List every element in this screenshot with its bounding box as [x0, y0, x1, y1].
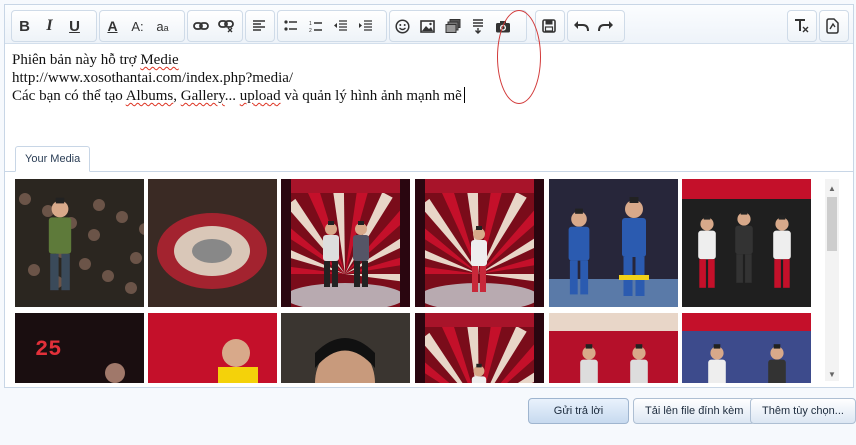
editor-line-3: Các bạn có thể tạo Albums, Gallery... up… — [12, 87, 842, 105]
thumbnail-image — [549, 313, 678, 383]
save-draft-icon — [541, 19, 556, 33]
indent-button[interactable] — [353, 12, 378, 40]
editor-toolbar: B I U A A: aa 1 2 — [5, 5, 853, 44]
text-style-group: B I U — [11, 10, 97, 42]
annotation-circle — [497, 10, 541, 104]
link-icon — [192, 22, 209, 30]
toggle-bbcode-button[interactable] — [820, 12, 845, 40]
underline-button[interactable]: U — [62, 12, 87, 40]
font-group: A A: aa — [99, 10, 185, 42]
spellcheck-word: Albums — [125, 88, 174, 104]
list-group: 12 — [277, 10, 387, 42]
spellcheck-word: Medie — [140, 52, 179, 68]
undo-icon — [573, 21, 589, 32]
image-icon — [420, 19, 435, 33]
upload-attachment-button[interactable]: Tải lên file đính kèm — [633, 398, 756, 424]
submit-reply-button[interactable]: Gửi trả lời — [528, 398, 629, 424]
media-thumbnail[interactable] — [148, 179, 277, 307]
unlink-icon — [217, 20, 234, 33]
indent-icon — [358, 20, 372, 31]
numbered-list-button[interactable]: 12 — [303, 12, 328, 40]
scroll-thumb[interactable] — [827, 197, 837, 251]
font-family-icon: aa — [156, 18, 169, 34]
media-thumbnail[interactable] — [148, 313, 277, 383]
tab-your-media[interactable]: Your Media — [15, 146, 91, 172]
bulleted-list-icon — [283, 20, 297, 31]
thumbnail-image — [148, 179, 277, 307]
editor-line-2: http://www.xosothantai.com/index.php?med… — [12, 70, 294, 86]
thumbnail-image — [682, 313, 811, 383]
scroll-down-arrow[interactable]: ▼ — [825, 367, 839, 381]
thumbnail-image — [148, 313, 277, 383]
undo-button[interactable] — [568, 12, 593, 40]
svg-text:25: 25 — [35, 337, 61, 362]
remove-formatting-icon — [794, 19, 808, 33]
text-color-icon: A — [107, 18, 118, 34]
text-color-button[interactable]: A — [100, 12, 125, 40]
thumbnail-image — [15, 179, 144, 307]
media-thumbnail[interactable] — [549, 179, 678, 307]
font-size-icon: A: — [131, 18, 144, 34]
font-size-button[interactable]: A: — [125, 12, 150, 40]
gallery-scrollbar[interactable]: ▲ ▼ — [825, 179, 839, 381]
svg-text:1: 1 — [309, 21, 312, 27]
media-thumbnail[interactable] — [682, 179, 811, 307]
link-group — [187, 10, 243, 42]
media-button[interactable] — [440, 12, 465, 40]
smilies-button[interactable] — [390, 12, 415, 40]
thumbnail-image — [281, 313, 410, 383]
redo-icon — [597, 21, 613, 32]
remove-formatting-button[interactable] — [788, 12, 813, 40]
thumbnail-image — [281, 179, 410, 307]
media-thumbnail[interactable] — [549, 313, 678, 383]
spellcheck-word: upload — [239, 88, 281, 104]
thumbnail-image — [415, 179, 544, 307]
save-group — [535, 10, 565, 42]
thumbnail-image — [415, 313, 544, 383]
outdent-icon — [333, 20, 347, 31]
thumbnail-image: 25 — [15, 313, 144, 383]
spellcheck-word: Gallery — [180, 88, 225, 104]
unlink-button[interactable] — [213, 12, 238, 40]
bold-button[interactable]: B — [12, 12, 37, 40]
toggle-bbcode-group — [819, 10, 849, 42]
media-gallery: 25 — [15, 179, 820, 383]
link-button[interactable] — [188, 12, 213, 40]
media-thumbnail[interactable] — [415, 179, 544, 307]
thumbnail-image — [682, 179, 811, 307]
thumbnail-image — [549, 179, 678, 307]
numbered-list-icon: 12 — [309, 21, 322, 33]
toggle-bbcode-icon — [826, 18, 839, 34]
media-thumbnail[interactable] — [15, 179, 144, 307]
smilies-icon — [395, 18, 410, 34]
media-icon — [445, 19, 460, 33]
align-group — [245, 10, 275, 42]
history-group — [567, 10, 625, 42]
svg-text:2: 2 — [309, 28, 312, 33]
editor-content[interactable]: Phiên bản này hỗ trợ Medie http://www.xo… — [12, 51, 842, 105]
insert-more-icon — [472, 18, 483, 34]
more-options-button[interactable]: Thêm tùy chọn... — [750, 398, 856, 424]
media-thumbnail[interactable] — [281, 179, 410, 307]
tabs-divider — [5, 171, 853, 172]
outdent-button[interactable] — [328, 12, 353, 40]
align-left-icon — [252, 20, 265, 31]
align-left-button[interactable] — [246, 12, 271, 40]
font-family-button[interactable]: aa — [150, 12, 175, 40]
remove-formatting-group — [787, 10, 817, 42]
save-draft-button[interactable] — [536, 12, 561, 40]
scroll-up-arrow[interactable]: ▲ — [825, 181, 839, 195]
italic-button[interactable]: I — [37, 12, 62, 40]
image-button[interactable] — [415, 12, 440, 40]
media-thumbnail[interactable]: 25 — [15, 313, 144, 383]
media-thumbnail[interactable] — [415, 313, 544, 383]
media-thumbnail[interactable] — [682, 313, 811, 383]
media-thumbnail[interactable] — [281, 313, 410, 383]
text-caret — [463, 87, 465, 103]
bulleted-list-button[interactable] — [278, 12, 303, 40]
insert-more-button[interactable] — [465, 12, 490, 40]
message-editor: B I U A A: aa 1 2 Phiên bản này hỗ trợ M… — [4, 4, 854, 388]
editor-line-1: Phiên bản này hỗ trợ Medie — [12, 52, 179, 68]
redo-button[interactable] — [593, 12, 618, 40]
